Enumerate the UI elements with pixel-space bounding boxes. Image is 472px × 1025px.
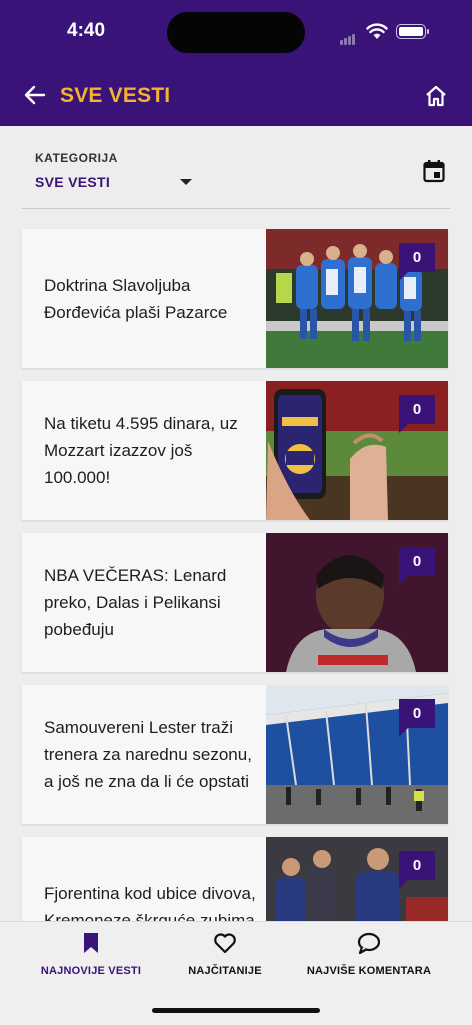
- calendar-icon[interactable]: [423, 159, 445, 183]
- cellular-signal-icon: [340, 27, 356, 45]
- article-image-basketball-player: 0: [266, 533, 448, 672]
- article-title: Samouvereni Lester traži trenera za nare…: [44, 718, 252, 791]
- home-indicator: [152, 1008, 320, 1013]
- comment-count-badge: 0: [399, 699, 435, 737]
- bookmark-icon: [84, 933, 98, 953]
- status-time: 4:40: [67, 20, 106, 41]
- tab-latest-news[interactable]: NAJNOVIJE VESTI: [40, 932, 142, 977]
- article-image-phone-promo: 0: [266, 381, 448, 520]
- wifi-icon: [366, 23, 388, 39]
- tab-label: NAJNOVIJE VESTI: [40, 965, 142, 977]
- article-card[interactable]: NBA VEČERAS: Lenard preko, Dalas i Pelik…: [22, 533, 448, 672]
- article-image-football-celebration: 0: [266, 229, 448, 368]
- category-dropdown[interactable]: SVE VESTI: [35, 174, 110, 190]
- chat-bubble-icon: [357, 932, 381, 955]
- comment-count-badge: 0: [399, 243, 435, 281]
- comment-count-badge: 0: [399, 851, 435, 889]
- category-filter: KATEGORIJA SVE VESTI: [22, 126, 450, 209]
- page-title: SVE VESTI: [60, 84, 171, 107]
- home-icon[interactable]: [425, 85, 447, 107]
- article-card[interactable]: Na tiketu 4.595 dinara, uz Mozzart izazz…: [22, 381, 448, 520]
- tab-label: NAJVIŠE KOMENTARA: [306, 965, 432, 977]
- article-image-stadium: 0: [266, 685, 448, 824]
- app-header: 4:40 SVE VESTI: [0, 0, 472, 126]
- article-title: NBA VEČERAS: Lenard preko, Dalas i Pelik…: [44, 566, 227, 639]
- tab-label: NAJČITANIJE: [188, 965, 262, 977]
- article-card[interactable]: Samouvereni Lester traži trenera za nare…: [22, 685, 448, 824]
- chevron-down-icon[interactable]: [180, 179, 192, 185]
- comment-count-badge: 0: [399, 395, 435, 433]
- tab-most-commented[interactable]: NAJVIŠE KOMENTARA: [306, 932, 432, 977]
- article-title: Doktrina Slavoljuba Đorđevića plaši Paza…: [44, 275, 228, 322]
- article-card[interactable]: Doktrina Slavoljuba Đorđevića plaši Paza…: [22, 229, 448, 368]
- battery-icon: [396, 24, 429, 39]
- heart-icon: [214, 933, 236, 954]
- dynamic-island: [167, 12, 305, 53]
- arrow-left-icon[interactable]: [24, 84, 46, 106]
- tab-most-read[interactable]: NAJČITANIJE: [184, 932, 266, 977]
- comment-count-badge: 0: [399, 547, 435, 585]
- category-label: KATEGORIJA: [35, 151, 118, 165]
- news-list: Doktrina Slavoljuba Đorđevića plaši Paza…: [22, 229, 448, 989]
- article-title: Na tiketu 4.595 dinara, uz Mozzart izazz…: [44, 414, 238, 487]
